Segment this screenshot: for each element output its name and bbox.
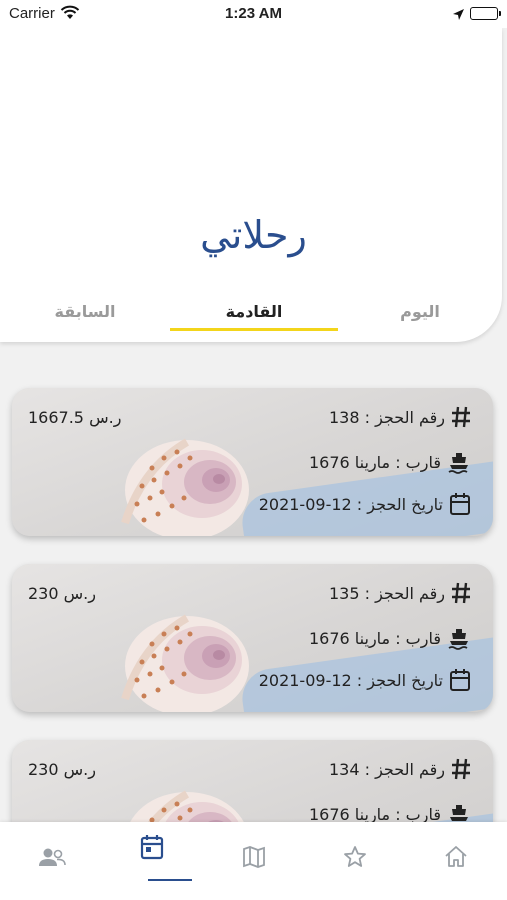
ship-icon	[448, 629, 468, 650]
bottom-nav	[0, 822, 507, 900]
tab-past[interactable]: السابقة	[20, 302, 150, 321]
boat-name: قارب : مارينا 1676	[308, 804, 441, 824]
seashell-image	[121, 614, 249, 712]
header: رحلاتي اليوم القادمة السابقة	[0, 28, 502, 342]
tab-today[interactable]: اليوم	[355, 302, 485, 321]
booking-number-row: رقم الحجز : 135	[329, 582, 471, 604]
booking-number: رقم الحجز : 138	[328, 407, 445, 427]
star-icon	[344, 846, 366, 867]
booking-price: 230 ر.س	[28, 760, 96, 779]
booking-card[interactable]: رقم الحجز : 135 قارب : مارينا 1676 تاريخ…	[12, 564, 493, 712]
nav-calendar[interactable]	[132, 832, 172, 862]
boat-name: قارب : مارينا 1676	[308, 628, 441, 648]
booking-number-row: رقم الحجز : 134	[329, 758, 471, 780]
calendar-icon	[140, 835, 164, 860]
nav-active-indicator	[148, 879, 192, 881]
home-icon	[445, 846, 467, 867]
booking-date: تاريخ الحجز : 12-09-2021	[258, 494, 443, 514]
booking-card[interactable]: رقم الحجز : 138 قارب : مارينا 1676 تاريخ…	[12, 388, 493, 536]
nav-home[interactable]	[436, 842, 476, 872]
tab-indicator	[170, 328, 338, 331]
booking-date-row: تاريخ الحجز : 12-09-2021	[259, 668, 471, 692]
booking-price: 1667.5 ر.س	[28, 408, 122, 427]
nav-people[interactable]	[32, 842, 72, 872]
booking-number-row: رقم الحجز : 138	[329, 406, 471, 428]
seashell-image	[121, 438, 249, 536]
page-title: رحلاتي	[200, 213, 307, 257]
booking-date: تاريخ الحجز : 12-09-2021	[258, 670, 443, 690]
hash-icon	[452, 406, 470, 428]
ship-icon	[448, 453, 468, 474]
calendar-icon	[450, 669, 470, 691]
booking-number: رقم الحجز : 134	[328, 759, 445, 779]
battery-icon	[470, 7, 501, 20]
nav-favorites[interactable]	[335, 842, 375, 872]
hash-icon	[452, 758, 470, 780]
location-arrow-icon	[452, 7, 465, 25]
status-time: 1:23 AM	[225, 5, 282, 22]
boat-row: قارب : مارينا 1676	[309, 450, 471, 474]
hash-icon	[452, 582, 470, 604]
boat-row: قارب : مارينا 1676	[309, 626, 471, 650]
tab-upcoming[interactable]: القادمة	[170, 302, 338, 321]
people-icon	[39, 848, 66, 866]
calendar-icon	[450, 493, 470, 515]
booking-date-row: تاريخ الحجز : 12-09-2021	[259, 492, 471, 516]
booking-price: 230 ر.س	[28, 584, 96, 603]
boat-name: قارب : مارينا 1676	[308, 452, 441, 472]
status-bar: Carrier 1:23 AM	[0, 0, 507, 28]
nav-map[interactable]	[234, 842, 274, 872]
booking-number: رقم الحجز : 135	[328, 583, 445, 603]
map-icon	[243, 846, 265, 868]
